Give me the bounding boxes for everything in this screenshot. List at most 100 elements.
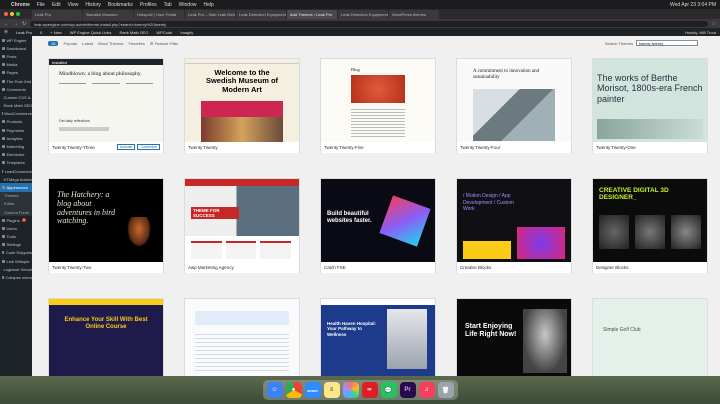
menu-bookmarks[interactable]: Bookmarks (108, 2, 133, 8)
sidebar-item-wp-engine[interactable]: WP Engine (0, 36, 32, 44)
menu-edit[interactable]: Edit (52, 2, 61, 8)
new-content-link[interactable]: + New (50, 30, 61, 35)
back-arrow-icon[interactable]: ← (4, 21, 9, 27)
filter-block-themes[interactable]: Block Themes (98, 41, 123, 46)
url-field[interactable]: leak.wpengine.com/wp-admin/theme-install… (30, 20, 708, 27)
chrome-icon[interactable]: ● (285, 382, 302, 398)
feature-filter-button[interactable]: ⚙ Feature Filter (150, 41, 179, 46)
site-name-link[interactable]: Leak Pro (16, 30, 32, 35)
sidebar-item-marketing[interactable]: Marketing (0, 142, 32, 150)
theme-card[interactable]: Build beautiful websites faster. Catch F… (320, 178, 436, 273)
menu-window[interactable]: Window (179, 2, 197, 8)
filter-latest[interactable]: Latest (82, 41, 93, 46)
sidebar-item-users[interactable]: Users (0, 224, 32, 232)
sidebar-item-elementor[interactable]: Elementor (0, 151, 32, 159)
sidebar-item-leadconnector[interactable]: LeadConnector (0, 167, 32, 175)
sidebar-item-dashboard[interactable]: Dashboard (0, 44, 32, 52)
menu-history[interactable]: History (85, 2, 101, 8)
sidebar-item-analytics[interactable]: Analytics (0, 134, 32, 142)
wordpress-logo-icon[interactable]: Ⓦ (4, 29, 8, 35)
sidebar-item-themes[interactable]: Themes (0, 191, 32, 200)
minimize-window-icon[interactable] (10, 12, 14, 16)
wpcode-link[interactable]: WPCode (156, 30, 172, 35)
theme-card[interactable]: Simple Golf Club (592, 298, 708, 378)
browser-tab[interactable]: Leak Pro (32, 10, 82, 19)
browser-tab-active[interactable]: Add Themes ‹ Leak Pro (287, 10, 337, 19)
theme-card[interactable]: Enhance Your Skill With Best Online Cour… (48, 298, 164, 378)
menu-icon (2, 87, 5, 91)
sidebar-item-collapse-menu[interactable]: Collapse menu (0, 273, 32, 281)
sidebar-item-media[interactable]: Media (0, 61, 32, 69)
creative-cloud-icon[interactable]: ∞ (361, 382, 378, 398)
app-name[interactable]: Chrome (11, 2, 30, 8)
sidebar-item-custom-fonts[interactable]: Custom Fonts (0, 207, 32, 217)
activate-button[interactable]: Activate (117, 144, 136, 150)
theme-card[interactable]: Start Enjoying Life Right Now! (456, 298, 572, 378)
notes-icon[interactable]: ≡ (323, 382, 340, 398)
filter-popular[interactable]: Popular (63, 41, 77, 46)
zoom-icon[interactable]: zoom (304, 382, 321, 398)
sidebar-item-editor[interactable]: Editor (0, 199, 32, 208)
imagify-link[interactable]: Imagify (180, 30, 193, 35)
menu-help[interactable]: Help (203, 2, 213, 8)
close-window-icon[interactable] (4, 12, 8, 16)
filter-favorites[interactable]: Favorites (128, 41, 144, 46)
theme-card[interactable] (184, 298, 300, 378)
forward-arrow-icon[interactable]: → (13, 21, 18, 27)
browser-tab[interactable]: WordPress themes (389, 10, 439, 19)
finder-icon[interactable]: ☺ (266, 382, 283, 398)
customize-button[interactable]: Customize (137, 144, 160, 150)
browser-tab[interactable]: Hotspot2 | User Portal (134, 10, 184, 19)
sidebar-item-tools[interactable]: Tools (0, 233, 32, 241)
sidebar-item-posts[interactable]: Posts (0, 52, 32, 60)
menu-file[interactable]: File (37, 2, 45, 8)
theme-card[interactable]: A commitment to innovation and sustainab… (456, 58, 572, 153)
sidebar-item-rank-math-seo[interactable]: Rank Math SEO (0, 102, 33, 110)
theme-card[interactable]: THEME FOR SUCCESS Awp Marketing Agency (184, 178, 300, 273)
theme-card[interactable]: The works of Berthe Morisot, 1800s-era F… (592, 58, 708, 153)
theme-card[interactable]: Welcome to the Swedish Museum of Modern … (184, 58, 300, 153)
star-icon[interactable]: ☆ (712, 21, 716, 27)
sidebar-item-link-whisper[interactable]: Link Whisper (0, 257, 32, 265)
theme-card[interactable]: The Hatchery: a blog about adventures in… (48, 178, 164, 273)
sidebar-item-custom-css-js[interactable]: Custom CSS & JS (0, 93, 37, 101)
sidebar-item-comments[interactable]: Comments (0, 85, 32, 93)
sidebar-item-products[interactable]: Products (0, 118, 32, 126)
sidebar-item-htmega-addons[interactable]: HTMega Addons (0, 175, 34, 183)
sidebar-item-settings[interactable]: Settings (0, 241, 32, 249)
music-icon[interactable]: ♫ (418, 382, 435, 398)
rank-math-link[interactable]: Rank Math SEO (119, 30, 148, 35)
search-themes-input[interactable]: twenty twenty (636, 40, 698, 46)
theme-card[interactable]: Health Haven Hospital: Your Pathway to W… (320, 298, 436, 378)
wpengine-links[interactable]: WP Engine Quick Links (70, 30, 112, 35)
reload-icon[interactable]: ↻ (22, 21, 26, 27)
sidebar-item-templates[interactable]: Templates (0, 159, 32, 167)
sidebar-item-plugins[interactable]: Plugins 6 (0, 216, 32, 224)
sidebar-item-pages[interactable]: Pages (0, 69, 32, 77)
browser-tab[interactable]: Leak Pro – Slab Leak Detection (185, 10, 235, 19)
menu-profiles[interactable]: Profiles (140, 2, 157, 8)
theme-card[interactable]: / Motion Design / App Development / Cust… (456, 178, 572, 273)
photos-icon[interactable] (342, 382, 359, 398)
user-greeting[interactable]: Howdy, Will Trout (685, 30, 716, 35)
theme-card[interactable]: CREATIVE DIGITAL 3D DESIGNER_ Designer B… (592, 178, 708, 273)
comments-count[interactable]: 0 (40, 30, 42, 35)
browser-tab[interactable]: Leak Detection Equipment (338, 10, 388, 19)
sidebar-item-loginizer-security[interactable]: Loginizer Security (0, 265, 36, 273)
menu-tab[interactable]: Tab (164, 2, 172, 8)
sidebar-item-woocommerce[interactable]: WooCommerce (0, 110, 32, 118)
zoom-window-icon[interactable] (16, 12, 20, 16)
sidebar-item-payments[interactable]: Payments (0, 126, 32, 134)
browser-tab[interactable]: Swedish Museum (83, 10, 133, 19)
premiere-icon[interactable]: Pr (399, 382, 416, 398)
messages-icon[interactable]: 💬 (380, 382, 397, 398)
browser-tab[interactable]: Leak Detection Equipment (236, 10, 286, 19)
theme-screenshot: Simple Golf Club (593, 299, 707, 377)
sidebar-item-appearance[interactable]: Appearance (0, 183, 32, 192)
sidebar-item-code-snippets[interactable]: Code Snippets (0, 249, 32, 257)
theme-card[interactable]: Installed Mindblown: a blog about philos… (48, 58, 164, 153)
menu-view[interactable]: View (68, 2, 79, 8)
trash-icon[interactable]: 🗑 (437, 382, 454, 398)
sidebar-item-the-post-grid[interactable]: The Post Grid (0, 77, 32, 85)
theme-card[interactable]: Blog Twenty Twenty-Five (320, 58, 436, 153)
